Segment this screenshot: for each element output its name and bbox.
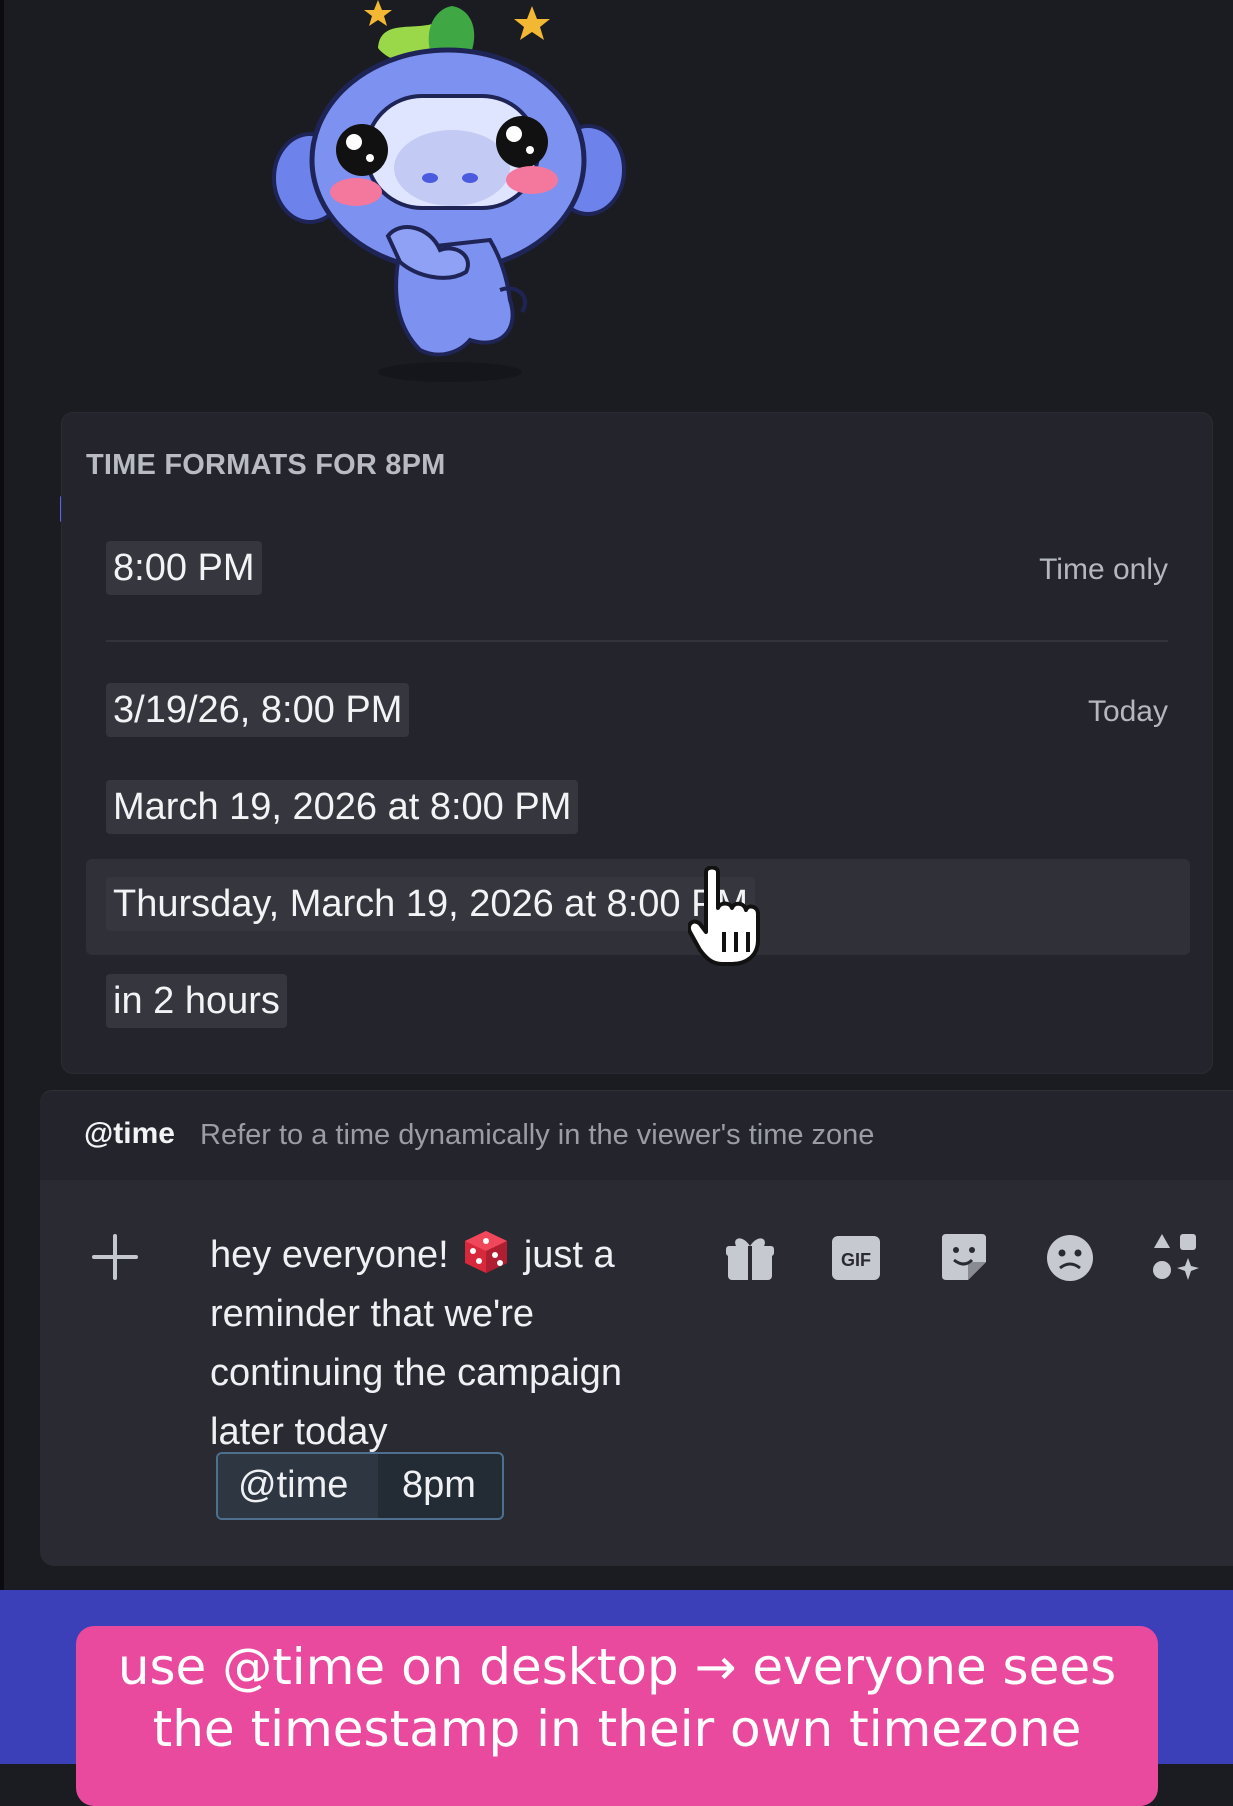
gif-icon[interactable]: GIF — [828, 1230, 884, 1286]
time-formats-panel: TIME FORMATS FOR 8PM 8:00 PM Time only 3… — [61, 412, 1213, 1074]
time-format-option-full-datetime[interactable]: Thursday, March 19, 2026 at 8:00 PM — [106, 877, 756, 931]
apps-icon[interactable] — [1148, 1230, 1204, 1286]
message-input[interactable]: hey everyone! just a reminder that we're… — [210, 1226, 680, 1462]
time-format-option-short-datetime[interactable]: 3/19/26, 8:00 PM — [106, 683, 410, 737]
gift-icon[interactable] — [722, 1230, 778, 1286]
window-edge — [0, 0, 4, 1590]
time-format-label-time-only: Time only — [1039, 553, 1168, 586]
panel-title: TIME FORMATS FOR 8PM — [86, 449, 446, 481]
chip-argument[interactable]: 8pm — [402, 1464, 476, 1507]
autocomplete-suggestion[interactable]: @time Refer to a time dynamically in the… — [40, 1090, 1233, 1181]
caption-line-1: use @time on desktop → everyone sees — [117, 1638, 1117, 1696]
caption-line-2: the timestamp in their own timezone — [152, 1700, 1082, 1758]
time-format-label-today: Today — [1087, 695, 1168, 728]
add-attachment-button[interactable] — [90, 1232, 140, 1282]
autocomplete-description: Refer to a time dynamically in the viewe… — [200, 1119, 875, 1151]
emoji-icon[interactable] — [1042, 1230, 1098, 1286]
time-format-option-relative[interactable]: in 2 hours — [106, 974, 287, 1028]
wumpus-sticker — [272, 0, 626, 382]
time-format-option-time-only[interactable]: 8:00 PM — [106, 541, 262, 595]
game-die-emoji — [465, 1231, 508, 1273]
message-text-part-1: hey everyone! — [210, 1234, 449, 1276]
chip-command: @time — [238, 1464, 349, 1506]
divider — [106, 640, 1168, 642]
time-mention-chip[interactable]: @time 8pm — [216, 1452, 504, 1520]
hand-pointer-cursor — [688, 866, 760, 966]
caption-box: use @time on desktop → everyone sees the… — [76, 1626, 1158, 1806]
message-composer: hey everyone! just a reminder that we're… — [40, 1180, 1233, 1566]
time-format-option-long-datetime[interactable]: March 19, 2026 at 8:00 PM — [106, 780, 579, 834]
svg-text:GIF: GIF — [841, 1250, 871, 1270]
sticker-icon[interactable] — [936, 1230, 992, 1286]
autocomplete-trigger: @time — [84, 1117, 175, 1150]
bottom-banner: use @time on desktop → everyone sees the… — [0, 1590, 1233, 1806]
